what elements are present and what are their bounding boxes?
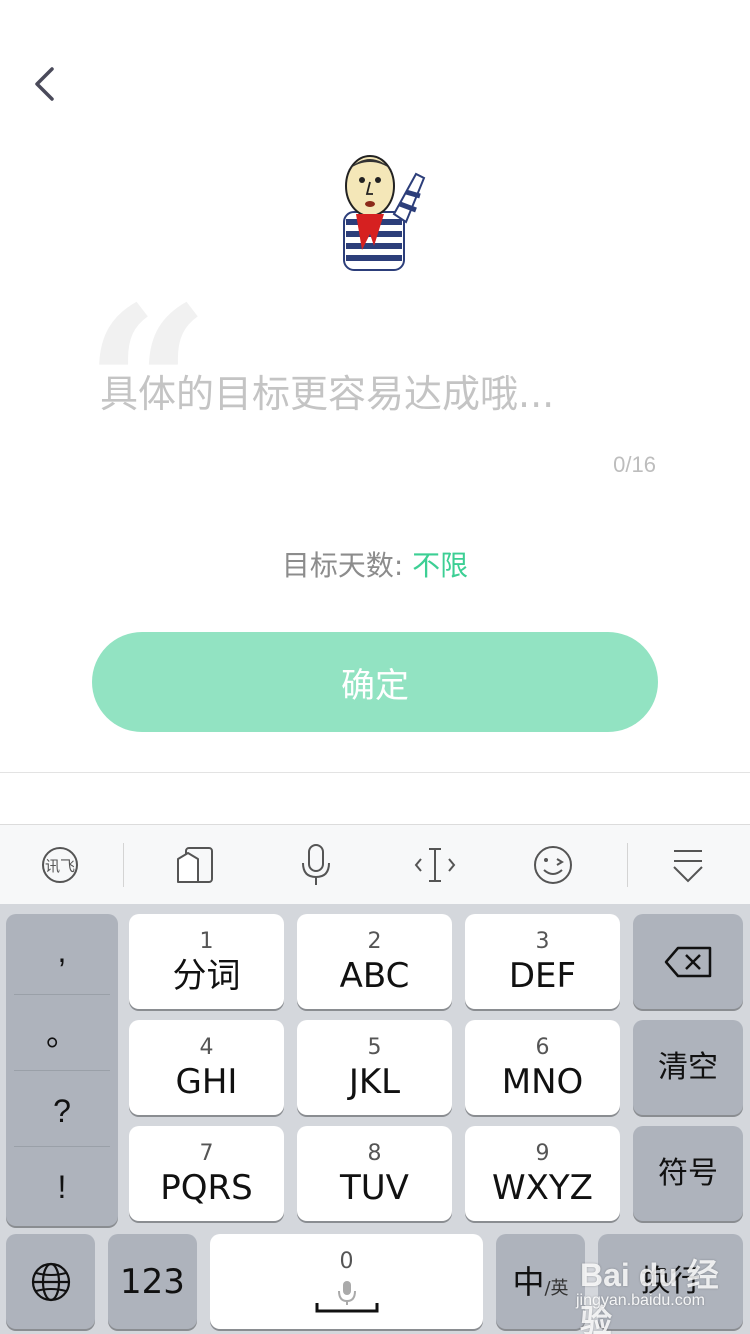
key-number: 6 [535,1034,550,1060]
key-letters: PQRS [160,1167,253,1208]
key-letters: DEF [508,955,577,996]
key-number: 7 [199,1140,214,1166]
key-number: 3 [535,928,550,954]
confirm-button[interactable]: 确定 [92,632,658,732]
numbers-label: 123 [120,1261,185,1302]
key-comma[interactable]: , [6,914,118,989]
key-5[interactable]: 5 JKL [297,1020,452,1115]
key-3[interactable]: 3 DEF [465,914,620,1009]
target-days-row: 目标天数: 不限 [0,544,750,584]
chevron-left-icon [35,67,54,101]
key-period[interactable]: 。 [6,994,118,1069]
key-exclamation[interactable]: ! [6,1150,118,1225]
key-8[interactable]: 8 TUV [297,1126,452,1221]
punctuation-separator [14,1070,110,1071]
key-4[interactable]: 4 GHI [129,1020,284,1115]
key-question[interactable]: ? [6,1074,118,1149]
key-letters: MNO [501,1061,584,1102]
key-6[interactable]: 6 MNO [465,1020,620,1115]
cursor-icon[interactable] [385,825,485,905]
toolbar-separator [627,843,628,887]
toolbar-separator [123,843,124,887]
language-main: 中 [512,1262,545,1301]
key-letters: JKL [348,1061,401,1102]
microphone-small-icon [315,1280,378,1312]
key-9[interactable]: 9 WXYZ [465,1126,620,1221]
symbols-label: 符号 [658,1155,718,1191]
clipboard-icon[interactable] [146,825,246,905]
globe-button[interactable] [6,1234,95,1329]
svg-text:讯飞: 讯飞 [45,857,75,875]
key-letters: GHI [175,1061,238,1102]
space-key[interactable]: 0 [210,1234,483,1329]
space-number: 0 [339,1248,354,1274]
key-letters: TUV [340,1167,409,1208]
punctuation-separator [14,1146,110,1147]
enter-label: 换行 [640,1263,701,1299]
key-number: 1 [199,928,214,954]
target-days-label: 目标天数: [281,549,413,582]
key-number: 2 [367,928,382,954]
key-letters: 分词 [172,955,241,996]
key-number: 5 [367,1034,382,1060]
clear-label: 清空 [658,1049,718,1085]
backspace-button[interactable] [633,914,743,1009]
key-number: 8 [367,1140,382,1166]
key-1[interactable]: 1 分词 [129,914,284,1009]
clear-button[interactable]: 清空 [633,1020,743,1115]
char-counter: 0/16 [613,452,656,477]
key-7[interactable]: 7 PQRS [129,1126,284,1221]
ifly-logo-icon[interactable]: 讯飞 [10,825,110,905]
microphone-icon[interactable] [266,825,366,905]
key-letters: WXYZ [492,1167,593,1208]
divider [0,772,750,773]
keyboard: , 。 ? ! 1 分词 2 ABC 3 DEF 4 GHI 5 JKL 6 M… [0,904,750,1334]
keyboard-toolbar: 讯飞 [0,824,750,904]
punctuation-column: , 。 ? ! [6,914,118,1226]
backspace-icon [664,946,712,977]
key-letters: ABC [339,955,410,996]
goal-input[interactable] [100,362,660,426]
key-number: 9 [535,1140,550,1166]
hide-keyboard-icon[interactable] [638,825,738,905]
emoji-icon[interactable] [503,825,603,905]
key-2[interactable]: 2 ABC [297,914,452,1009]
mascot-illustration [343,155,426,271]
key-number: 4 [199,1034,214,1060]
language-switch-button[interactable]: 中/英 [496,1234,585,1329]
back-button[interactable] [22,58,66,110]
target-days-value[interactable]: 不限 [412,549,468,582]
symbols-button[interactable]: 符号 [633,1126,743,1221]
enter-button[interactable]: 换行 [598,1234,743,1329]
language-sub: /英 [544,1277,569,1299]
numbers-button[interactable]: 123 [108,1234,197,1329]
globe-icon [31,1262,70,1301]
